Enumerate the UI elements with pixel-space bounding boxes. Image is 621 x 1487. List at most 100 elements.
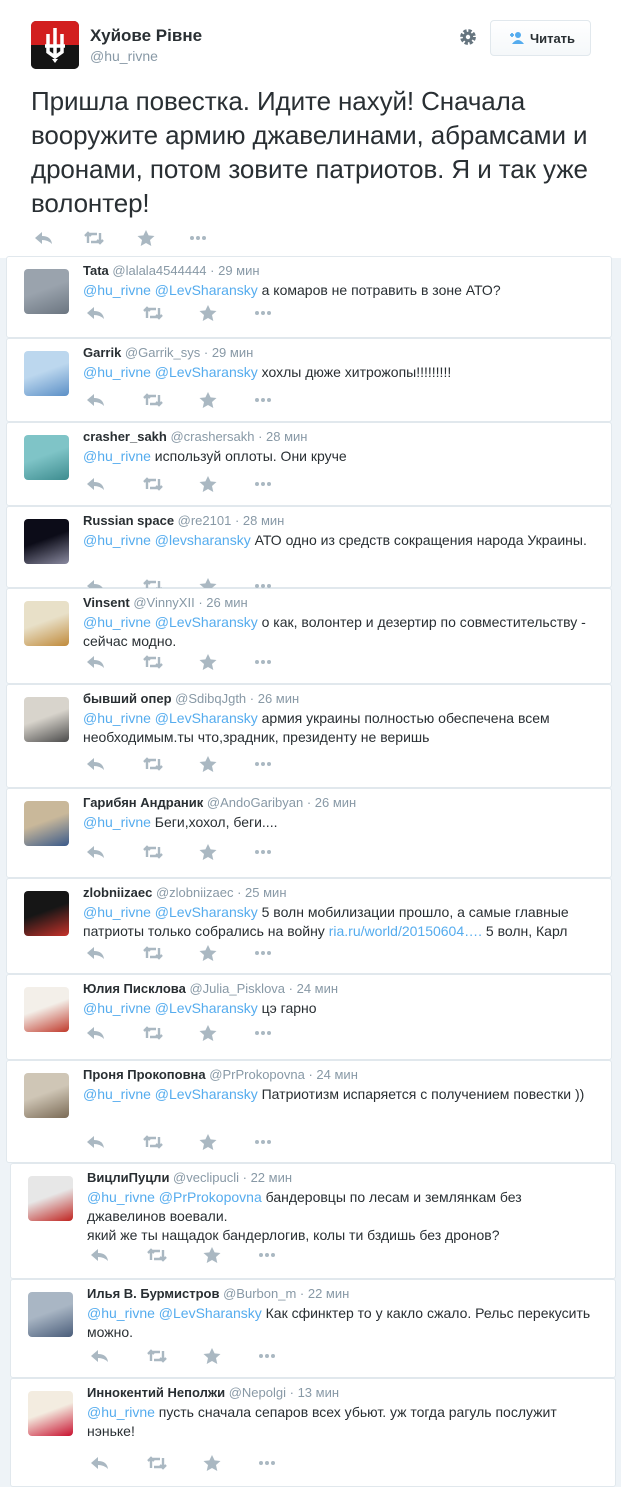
more-icon[interactable]	[252, 843, 274, 861]
avatar[interactable]	[24, 891, 69, 936]
avatar[interactable]	[24, 435, 69, 480]
star-icon[interactable]	[197, 653, 219, 671]
retweet-icon[interactable]	[146, 1454, 168, 1472]
avatar[interactable]	[24, 801, 69, 846]
star-icon[interactable]	[197, 304, 219, 322]
user-handle[interactable]: @re2101	[174, 513, 232, 528]
more-icon[interactable]	[256, 1454, 278, 1472]
retweet-icon[interactable]	[142, 755, 164, 773]
timestamp[interactable]: 26 мин	[206, 595, 247, 610]
display-name[interactable]: Гарибян Андраник	[83, 795, 203, 810]
retweet-icon[interactable]	[142, 843, 164, 861]
display-name[interactable]: crasher_sakh	[83, 429, 167, 444]
follow-button[interactable]: Читать	[490, 20, 591, 56]
mention-link[interactable]: @hu_rivne @LevSharansky	[83, 614, 258, 630]
display-name[interactable]: Юлия Писклова	[83, 981, 186, 996]
display-name[interactable]: Garrik	[83, 345, 121, 360]
timestamp[interactable]: 26 мин	[315, 795, 356, 810]
timestamp[interactable]: 22 мин	[251, 1170, 292, 1185]
reply-icon[interactable]	[89, 1454, 111, 1472]
avatar[interactable]	[24, 987, 69, 1032]
timestamp[interactable]: 29 мин	[218, 263, 259, 278]
timestamp[interactable]: 13 мин	[298, 1385, 339, 1400]
mention-link[interactable]: @hu_rivne	[87, 1404, 155, 1420]
avatar[interactable]	[24, 1073, 69, 1118]
timestamp[interactable]: 28 мин	[266, 429, 307, 444]
display-name[interactable]: Vinsent	[83, 595, 130, 610]
reply-icon[interactable]	[85, 1024, 107, 1042]
reply-icon[interactable]	[85, 653, 107, 671]
user-handle[interactable]: @veclipucli	[169, 1170, 239, 1185]
reply-icon[interactable]	[89, 1246, 111, 1264]
user-handle[interactable]: @PrProkopovna	[206, 1067, 305, 1082]
avatar[interactable]	[31, 21, 79, 69]
star-icon[interactable]	[197, 755, 219, 773]
timestamp[interactable]: 26 мин	[258, 691, 299, 706]
retweet-icon[interactable]	[146, 1347, 168, 1365]
more-icon[interactable]	[252, 653, 274, 671]
mention-link[interactable]: @hu_rivne @LevSharansky	[83, 710, 258, 726]
display-name[interactable]: Хуйове Рівне	[90, 26, 202, 46]
retweet-icon[interactable]	[142, 1133, 164, 1151]
reply-icon[interactable]	[85, 304, 107, 322]
display-name[interactable]: Проня Прокоповна	[83, 1067, 206, 1082]
reply-icon[interactable]	[85, 843, 107, 861]
retweet-icon[interactable]	[142, 944, 164, 962]
star-icon[interactable]	[201, 1454, 223, 1472]
user-handle[interactable]: @Julia_Pisklova	[186, 981, 285, 996]
user-handle[interactable]: @SdibqJgth	[172, 691, 246, 706]
retweet-icon[interactable]	[83, 229, 105, 247]
user-handle[interactable]: @lalala4544444	[109, 263, 206, 278]
mention-link[interactable]: @hu_rivne @LevSharansky	[83, 364, 258, 380]
retweet-icon[interactable]	[142, 653, 164, 671]
user-handle[interactable]: @crashersakh	[167, 429, 254, 444]
avatar[interactable]	[28, 1176, 73, 1221]
avatar[interactable]	[28, 1292, 73, 1337]
user-handle[interactable]: @AndoGaribyan	[203, 795, 303, 810]
retweet-icon[interactable]	[142, 1024, 164, 1042]
display-name[interactable]: Илья В. Бурмистров	[87, 1286, 219, 1301]
more-icon[interactable]	[252, 1024, 274, 1042]
reply-icon[interactable]	[85, 755, 107, 773]
display-name[interactable]: Tata	[83, 263, 109, 278]
retweet-icon[interactable]	[142, 475, 164, 493]
avatar[interactable]	[24, 269, 69, 314]
mention-link[interactable]: @hu_rivne	[83, 814, 151, 830]
reply-icon[interactable]	[85, 1133, 107, 1151]
more-icon[interactable]	[256, 1347, 278, 1365]
mention-link[interactable]: @hu_rivne @PrProkopovna	[87, 1189, 262, 1205]
user-handle[interactable]: @Nepolgi	[225, 1385, 286, 1400]
timestamp[interactable]: 29 мин	[212, 345, 253, 360]
url-link[interactable]: ria.ru/world/20150604….	[329, 923, 482, 939]
star-icon[interactable]	[197, 843, 219, 861]
mention-link[interactable]: @hu_rivne @LevSharansky	[83, 1000, 258, 1016]
retweet-icon[interactable]	[142, 391, 164, 409]
avatar[interactable]	[24, 519, 69, 564]
star-icon[interactable]	[197, 475, 219, 493]
display-name[interactable]: Иннокентий Неполжи	[87, 1385, 225, 1400]
avatar[interactable]	[24, 601, 69, 646]
more-icon[interactable]	[187, 229, 209, 247]
timestamp[interactable]: 28 мин	[243, 513, 284, 528]
more-icon[interactable]	[252, 475, 274, 493]
reply-icon[interactable]	[85, 944, 107, 962]
star-icon[interactable]	[201, 1246, 223, 1264]
display-name[interactable]: бывший опер	[83, 691, 172, 706]
gear-icon[interactable]	[458, 27, 478, 47]
star-icon[interactable]	[197, 1024, 219, 1042]
mention-link[interactable]: @hu_rivne @LevSharansky	[83, 904, 258, 920]
reply-icon[interactable]	[85, 475, 107, 493]
timestamp[interactable]: 22 мин	[308, 1286, 349, 1301]
avatar[interactable]	[24, 697, 69, 742]
display-name[interactable]: Russian space	[83, 513, 174, 528]
mention-link[interactable]: @hu_rivne @LevSharansky	[87, 1305, 262, 1321]
more-icon[interactable]	[256, 1246, 278, 1264]
star-icon[interactable]	[197, 944, 219, 962]
user-handle[interactable]: @VinnyXII	[130, 595, 194, 610]
retweet-icon[interactable]	[142, 304, 164, 322]
retweet-icon[interactable]	[146, 1246, 168, 1264]
user-handle[interactable]: @Burbon_m	[219, 1286, 296, 1301]
mention-link[interactable]: @hu_rivne @LevSharansky	[83, 1086, 258, 1102]
mention-link[interactable]: @hu_rivne @levsharansky	[83, 532, 251, 548]
user-handle[interactable]: @Garrik_sys	[121, 345, 200, 360]
